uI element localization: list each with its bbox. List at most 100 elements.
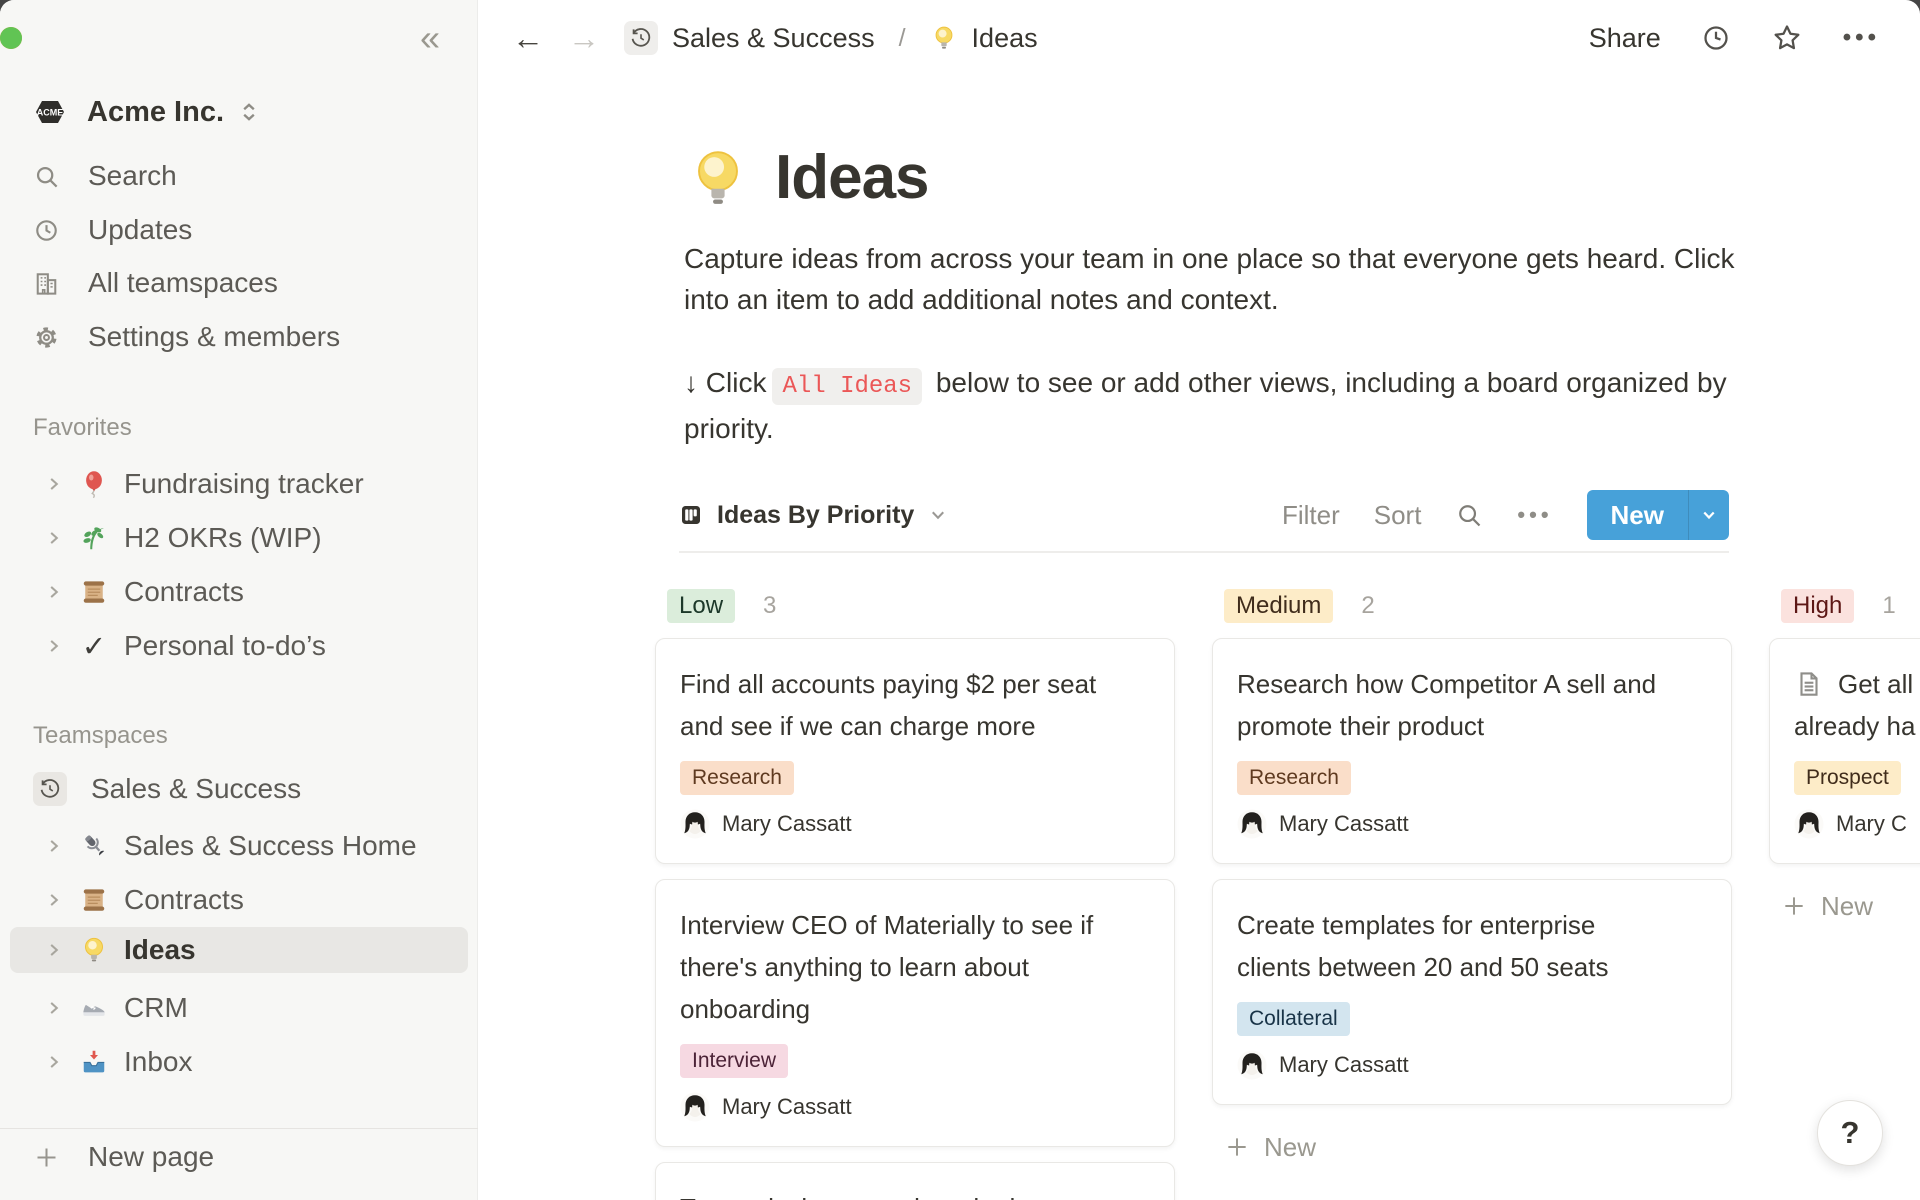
collapse-sidebar-icon[interactable]: « [408,14,452,62]
sidebar-item-sales-success-home[interactable]: Sales & Success Home [0,819,478,873]
card-tag: Research [1237,761,1351,795]
new-item-dropdown[interactable] [1688,490,1729,540]
sidebar-item-label: All teamspaces [88,267,278,299]
column-badge-high[interactable]: High [1781,589,1854,623]
sidebar-item-updates[interactable]: Updates [0,203,478,257]
view-name: Ideas By Priority [717,501,914,530]
chevron-right-icon[interactable] [45,837,63,855]
sidebar-item-search[interactable]: Search [0,149,478,203]
search-icon[interactable] [1455,501,1483,529]
topbar-actions: Share ••• [1589,0,1880,76]
card-tag: Research [680,761,794,795]
board-card[interactable]: Target design agencies who have [655,1162,1175,1200]
chevron-right-icon[interactable] [45,941,63,959]
new-page-label: New page [88,1141,214,1173]
column-badge-low[interactable]: Low [667,589,735,623]
card-tag: Prospect [1794,761,1901,795]
sidebar-item-crm[interactable]: CRM [0,981,478,1035]
card-tag: Interview [680,1044,788,1078]
plus-icon [33,1144,60,1171]
page-description[interactable]: Capture ideas from across your team in o… [684,238,1736,320]
back-icon[interactable]: ← [512,22,544,54]
sidebar-item-personal-todos[interactable]: ✓ Personal to-do’s [0,619,478,673]
light-bulb-icon [79,935,109,965]
card-assignee: Mary Cassatt [1237,809,1707,839]
card-title-line: Get all [1794,663,1920,705]
callout-text[interactable]: ↓ ClickAll Ideas below to see or add oth… [684,362,1746,450]
sidebar-item-contracts-favorite[interactable]: Contracts [0,565,478,619]
help-button[interactable]: ? [1817,1100,1883,1166]
chevron-right-icon[interactable] [45,529,63,547]
add-card-button[interactable]: New [1224,1129,1732,1165]
chevron-right-icon[interactable] [45,583,63,601]
card-title: Research how Competitor A sell and promo… [1237,663,1661,747]
page-header: Ideas [685,142,929,213]
board-view-icon [679,503,703,527]
assignee-name: Mary C [1836,811,1907,837]
breadcrumb-separator: / [899,24,906,53]
view-switcher[interactable]: Ideas By Priority [679,501,948,530]
workspace-switcher[interactable]: ACME Acme Inc. [0,85,478,139]
building-icon [33,270,60,297]
more-icon[interactable]: ••• [1843,24,1880,52]
column-count: 2 [1361,592,1374,620]
chevron-right-icon[interactable] [45,475,63,493]
board-card[interactable]: Interview CEO of Materially to see if th… [655,879,1175,1147]
board-card[interactable]: Get all already ha Prospect Mary C [1769,638,1920,864]
sidebar-item-sales-success[interactable]: Sales & Success [0,762,478,816]
page-icon-light-bulb[interactable] [685,145,751,211]
chevron-right-icon[interactable] [45,1053,63,1071]
breadcrumb-teamspace[interactable]: Sales & Success [624,21,875,55]
zoom-window-button[interactable] [0,27,22,49]
sidebar-item-ideas[interactable]: Ideas [10,927,468,973]
chevron-right-icon[interactable] [45,891,63,909]
plus-icon [1781,893,1807,919]
inbox-tray-icon [79,1047,109,1077]
sidebar-item-settings[interactable]: Settings & members [0,310,478,364]
column-header: Medium 2 [1224,588,1732,624]
card-tag: Collateral [1237,1002,1350,1036]
sidebar-item-label: Ideas [124,934,196,966]
board-card[interactable]: Find all accounts paying $2 per seat and… [655,638,1175,864]
sidebar-item-h2-okrs[interactable]: H2 OKRs (WIP) [0,511,478,565]
card-title: already ha [1794,705,1915,747]
star-icon[interactable] [1771,22,1803,54]
chevron-right-icon[interactable] [45,637,63,655]
sidebar-item-fundraising-tracker[interactable]: Fundraising tracker [0,457,478,511]
card-assignee: Mary Cassatt [680,809,1150,839]
add-card-label: New [1264,1132,1316,1163]
avatar [1794,809,1824,839]
column-badge-medium[interactable]: Medium [1224,589,1333,623]
page-title[interactable]: Ideas [775,142,929,213]
sidebar-item-contracts-teamspace[interactable]: Contracts [0,873,478,927]
share-button[interactable]: Share [1589,23,1661,54]
card-assignee: Mary Cassatt [680,1092,1150,1122]
sidebar-item-all-teamspaces[interactable]: All teamspaces [0,256,478,310]
plus-icon [1224,1134,1250,1160]
new-page-button[interactable]: New page [0,1130,478,1184]
sort-button[interactable]: Sort [1374,500,1422,531]
avatar [680,809,710,839]
forward-icon[interactable]: → [568,22,600,54]
new-item-button[interactable]: New [1587,490,1688,540]
sidebar-item-label: Settings & members [88,321,340,353]
document-icon [1794,669,1824,699]
breadcrumb-teamspace-label: Sales & Success [672,23,875,54]
sidebar: « ACME Acme Inc. Search Updates [0,0,478,1200]
teamspaces-section-header[interactable]: Teamspaces [0,718,478,754]
toolbar-divider [679,551,1729,553]
sidebar-item-inbox[interactable]: Inbox [0,1035,478,1089]
more-icon[interactable]: ••• [1517,502,1552,528]
chevron-right-icon[interactable] [45,999,63,1017]
add-card-button[interactable]: New [1781,888,1920,924]
history-clock-icon[interactable] [1701,23,1731,53]
breadcrumb-page[interactable]: Ideas [930,23,1038,54]
filter-button[interactable]: Filter [1282,500,1340,531]
board-card[interactable]: Research how Competitor A sell and promo… [1212,638,1732,864]
favorites-section-header[interactable]: Favorites [0,410,478,446]
sidebar-item-label: Contracts [124,576,244,608]
microphone-icon [79,831,109,861]
assignee-name: Mary Cassatt [722,1094,852,1120]
board-card[interactable]: Create templates for enterprise clients … [1212,879,1732,1105]
topbar-navigation: ← → Sales & Success / Ideas [512,0,1038,76]
